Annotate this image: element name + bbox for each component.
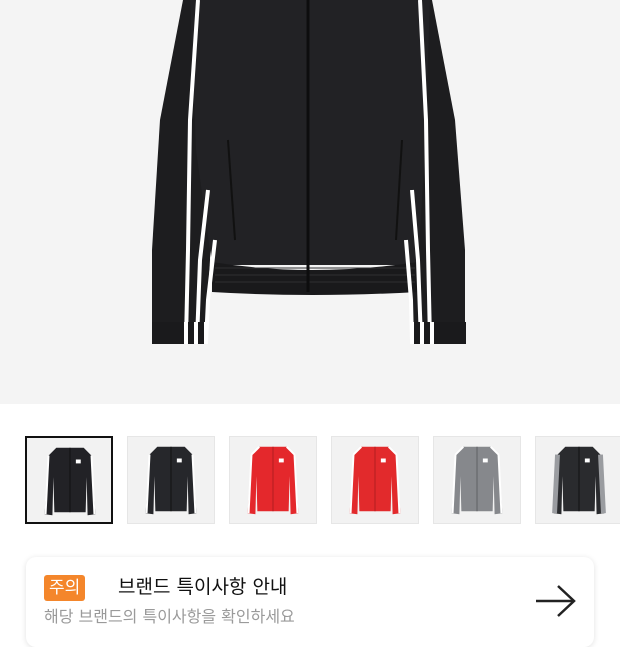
thumbnail-black-jacket[interactable] <box>25 436 113 524</box>
notice-title: 브랜드 특이사항 안내 <box>118 576 288 598</box>
thumbnail-black-jacket-2[interactable] <box>127 436 215 524</box>
product-main-image[interactable] <box>0 0 620 404</box>
thumbnail-red-jacket[interactable] <box>229 436 317 524</box>
notice-badge: 주의 <box>44 575 86 601</box>
black-jacket-icon <box>44 447 96 516</box>
brand-notice-card[interactable]: 주의 브랜드 특이사항 안내 해당 브랜드의 특이사항을 확인하세요 <box>26 557 594 647</box>
red-jacket-icon <box>247 446 299 515</box>
grey-jacket-icon <box>451 446 503 515</box>
red-jacket-icon <box>349 446 401 515</box>
thumbnail-grey-jacket[interactable] <box>433 436 521 524</box>
thumbnail-red-jacket-2[interactable] <box>331 436 419 524</box>
arrow-right-icon[interactable] <box>534 583 578 619</box>
thumbnail-black-grey-jacket[interactable] <box>535 436 620 524</box>
black-grey-jacket-icon <box>552 446 606 515</box>
jacket-illustration <box>152 0 466 344</box>
notice-subtitle: 해당 브랜드의 특이사항을 확인하세요 <box>44 607 295 626</box>
black-jacket-icon <box>145 446 197 515</box>
color-thumbnail-list <box>25 436 620 524</box>
